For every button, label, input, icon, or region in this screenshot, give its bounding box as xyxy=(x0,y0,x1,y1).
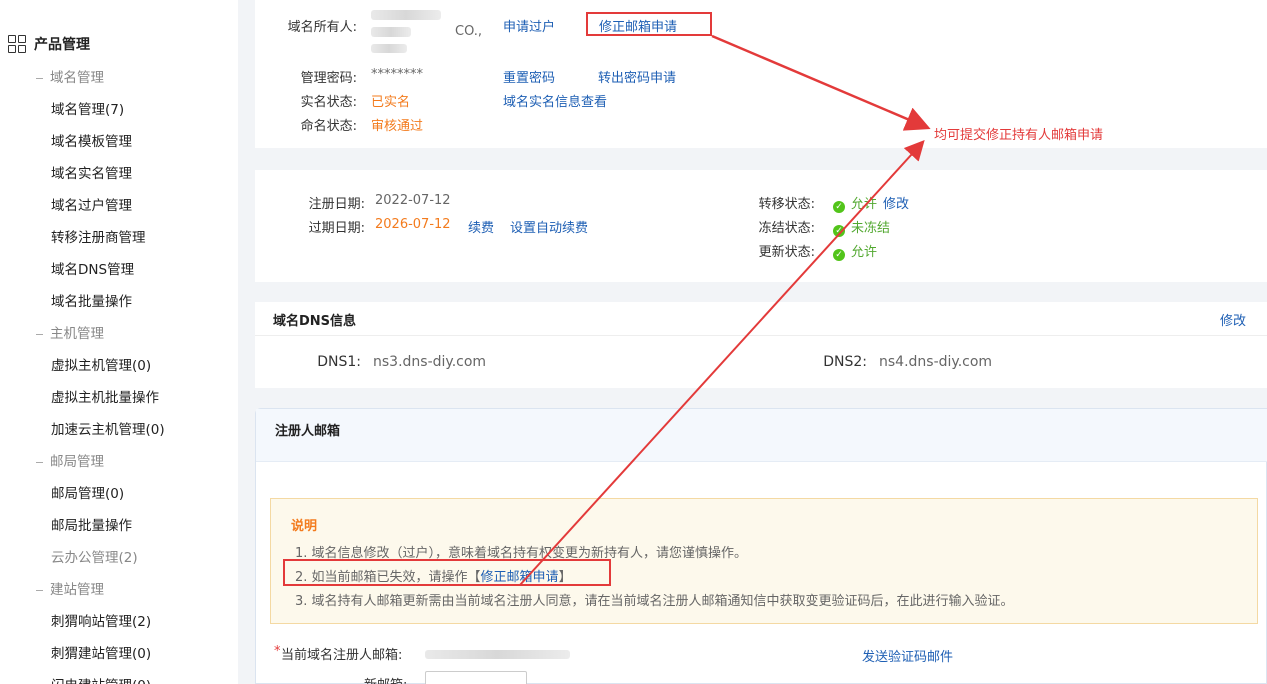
arrow-bottom xyxy=(519,140,925,586)
annotation-text: 均可提交修正持有人邮箱申请 xyxy=(934,128,1104,143)
annotation-arrows xyxy=(519,34,931,586)
arrow-top xyxy=(711,34,931,131)
